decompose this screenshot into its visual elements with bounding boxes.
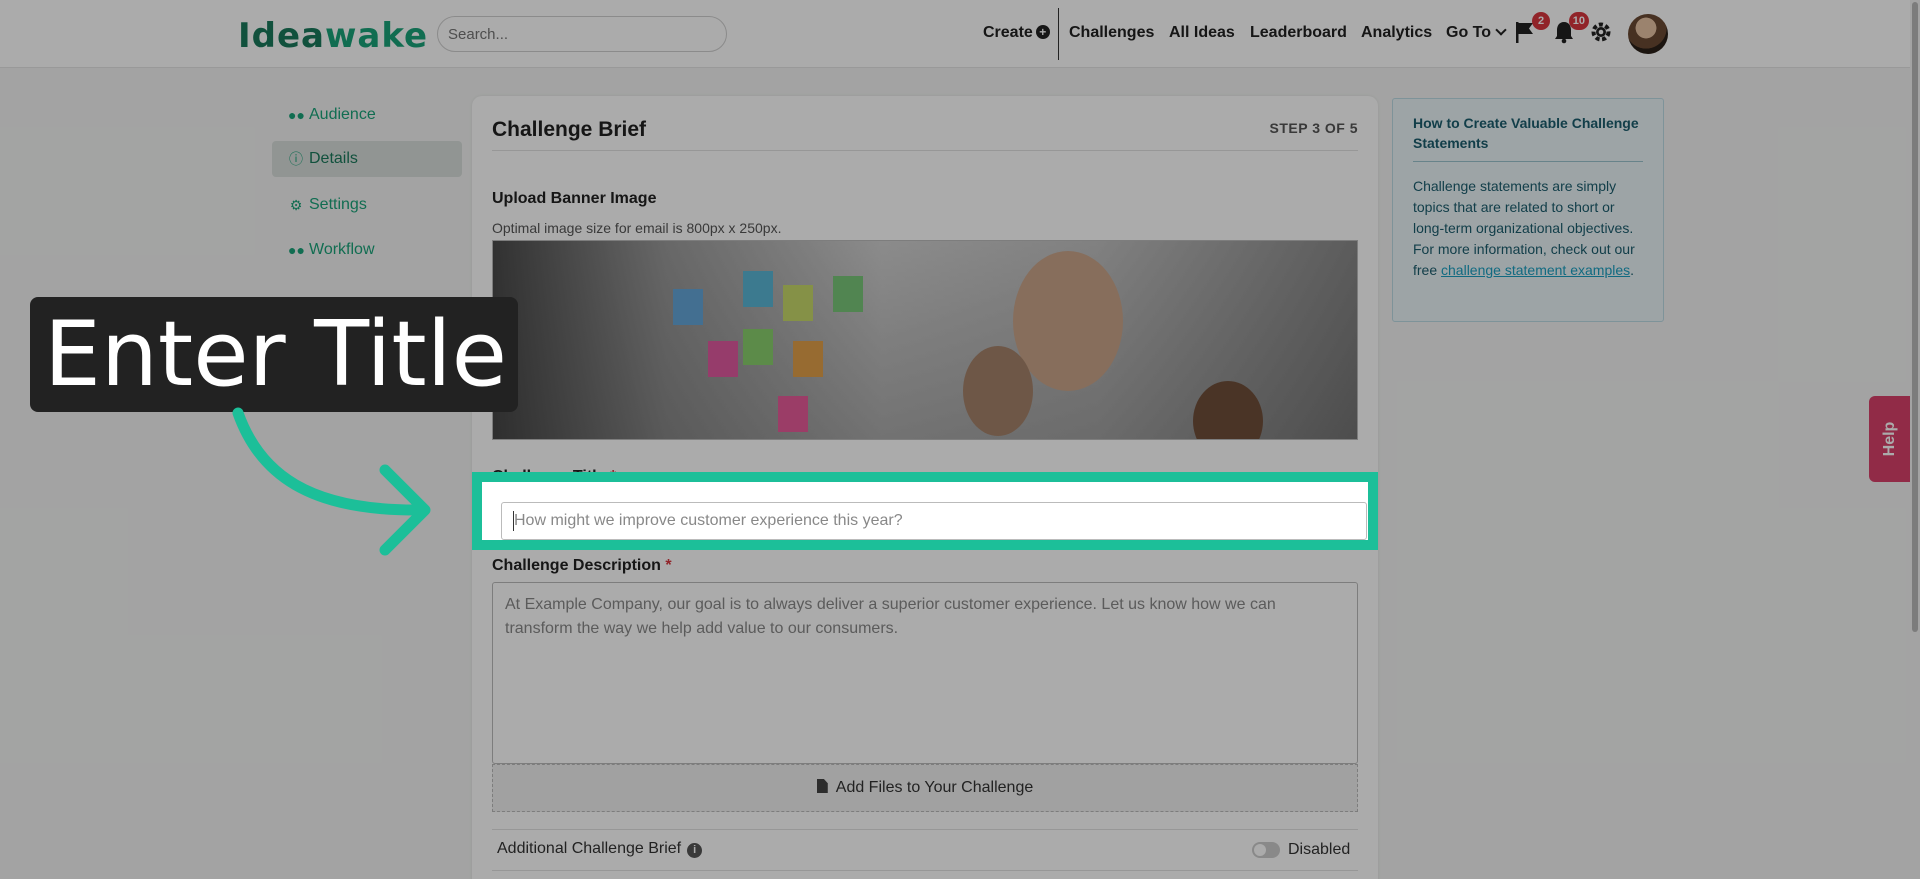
banner-image[interactable] — [492, 240, 1358, 440]
sidebar-item-workflow[interactable]: ●● Workflow — [272, 232, 462, 268]
plus-circle-icon: + — [1035, 25, 1050, 39]
sidebar-item-audience[interactable]: ●● Audience — [272, 97, 462, 133]
sidebar-item-details[interactable]: ⓘ Details — [272, 141, 462, 177]
chevron-down-icon — [1495, 24, 1507, 36]
page-title: Challenge Brief — [492, 118, 647, 141]
sticky-note — [743, 271, 773, 307]
info-icon: ⓘ — [289, 151, 303, 167]
step-indicator: STEP 3 OF 5 — [1269, 120, 1358, 136]
top-navigation-bar: Ideawake Create+ Challenges All Ideas Le… — [0, 0, 1920, 68]
section-divider — [492, 870, 1358, 871]
sticky-note — [778, 396, 808, 432]
sticky-note — [673, 289, 703, 325]
flag-count-badge: 2 — [1532, 12, 1550, 30]
goto-menu[interactable]: Go To — [1446, 24, 1507, 42]
scroll-thumb[interactable] — [1912, 2, 1918, 632]
additional-brief-text: Additional Challenge Brief — [497, 840, 682, 857]
sticky-note — [793, 341, 823, 377]
gear-icon — [1591, 22, 1611, 42]
workflow-icon: ●● — [288, 242, 305, 258]
additional-brief-toggle[interactable] — [1252, 842, 1280, 858]
sidebar-item-label: Workflow — [309, 241, 375, 258]
settings-button[interactable] — [1589, 20, 1615, 46]
person-photo — [1013, 251, 1123, 391]
section-divider — [492, 829, 1358, 830]
sticky-note — [743, 329, 773, 365]
tips-body: Challenge statements are simply topics t… — [1413, 176, 1643, 281]
toggle-state-label: Disabled — [1288, 841, 1351, 858]
sticky-note — [783, 285, 813, 321]
nav-challenges[interactable]: Challenges — [1069, 24, 1154, 42]
required-mark: * — [665, 557, 672, 574]
challenge-description-textarea[interactable]: At Example Company, our goal is to alway… — [492, 582, 1358, 764]
sticky-note — [708, 341, 738, 377]
sticky-note — [833, 276, 863, 312]
info-icon[interactable]: i — [687, 843, 703, 858]
sidebar-item-label: Settings — [309, 196, 367, 213]
create-label: Create — [983, 24, 1033, 41]
sidebar-item-settings[interactable]: ⚙ Settings — [272, 187, 462, 223]
nav-divider — [1058, 8, 1059, 60]
file-icon — [816, 779, 828, 793]
highlight-frame: How might we improve customer experience… — [472, 472, 1378, 550]
tips-heading: How to Create Valuable Challenge Stateme… — [1413, 113, 1643, 162]
page-scrollbar[interactable] — [1910, 0, 1920, 879]
help-tab[interactable]: Help — [1869, 396, 1911, 482]
challenge-examples-link[interactable]: challenge statement examples — [1441, 262, 1630, 278]
ideawake-logo[interactable]: Ideawake — [238, 18, 428, 54]
add-files-label: Add Files to Your Challenge — [835, 779, 1034, 796]
logo-text-a: Idea — [238, 16, 325, 56]
person-photo — [1193, 381, 1263, 439]
challenge-title-input[interactable]: How might we improve customer experience… — [501, 502, 1367, 540]
nav-leaderboard[interactable]: Leaderboard — [1250, 24, 1347, 42]
banner-hint: Optimal image size for email is 800px x … — [492, 220, 782, 236]
user-avatar[interactable] — [1628, 14, 1668, 54]
tutorial-callout: Enter Title — [30, 297, 518, 412]
banner-label: Upload Banner Image — [492, 190, 657, 207]
search-input[interactable] — [437, 16, 727, 52]
description-label-text: Challenge Description — [492, 557, 661, 574]
person-photo — [963, 346, 1033, 436]
description-label: Challenge Description * — [492, 557, 672, 575]
help-label: Help — [1881, 421, 1898, 457]
goto-label: Go To — [1446, 24, 1492, 41]
flag-button[interactable]: 2 — [1514, 12, 1550, 46]
callout-arrow-icon — [232, 407, 431, 556]
challenge-statement-tips: How to Create Valuable Challenge Stateme… — [1392, 98, 1664, 322]
create-menu[interactable]: Create + — [983, 24, 1050, 42]
gear-icon: ⚙ — [289, 197, 303, 213]
sidebar-item-label: Audience — [309, 106, 376, 123]
nav-all-ideas[interactable]: All Ideas — [1169, 24, 1235, 42]
users-icon: ●● — [288, 107, 305, 123]
logo-text-b: wake — [325, 16, 429, 56]
tips-body-tail: . — [1630, 262, 1635, 278]
additional-brief-label: Additional Challenge Brief i — [497, 840, 703, 858]
bell-count-badge: 10 — [1568, 12, 1589, 30]
nav-analytics[interactable]: Analytics — [1361, 24, 1432, 42]
sidebar-item-label: Details — [309, 150, 358, 167]
notifications-button[interactable]: 10 — [1553, 12, 1589, 46]
title-divider — [492, 150, 1358, 151]
add-files-button[interactable]: Add Files to Your Challenge — [492, 764, 1358, 812]
